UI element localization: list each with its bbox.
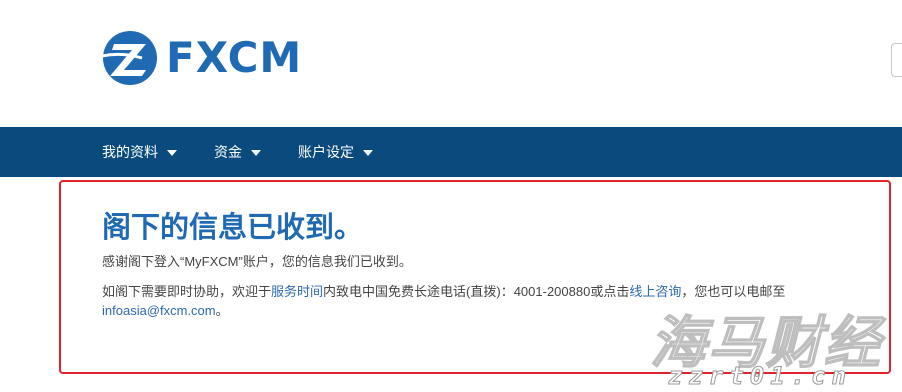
fxcm-logo-mark-icon bbox=[102, 31, 157, 85]
email-link[interactable]: infoasia@fxcm.com bbox=[102, 303, 216, 318]
help-text-part: 内致电中国免费长途电话(直拨)：4001-200880或点击 bbox=[323, 284, 630, 299]
nav-item-label: 我的资料 bbox=[102, 144, 158, 160]
fxcm-logo[interactable]: FXCM bbox=[102, 30, 318, 86]
chevron-down-icon bbox=[167, 150, 177, 157]
help-text-part: ，您也可以电邮至 bbox=[681, 284, 786, 299]
chevron-down-icon bbox=[363, 150, 373, 157]
nav-item-funds[interactable]: 资金 bbox=[214, 127, 261, 177]
fxcm-logo-text: FXCM bbox=[166, 33, 303, 82]
service-hours-link[interactable]: 服务时间 bbox=[271, 284, 323, 299]
confirmation-message: 感谢阁下登入“MyFXCM”账户，您的信息我们已收到。 bbox=[102, 254, 412, 269]
nav-item-label: 资金 bbox=[214, 144, 242, 160]
main-nav: 我的资料 资金 账户设定 bbox=[0, 127, 902, 177]
page-title: 阁下的信息已收到。 bbox=[102, 210, 364, 244]
header-right-control[interactable] bbox=[891, 43, 902, 77]
chevron-down-icon bbox=[251, 150, 261, 157]
watermark-url: zzrt01.cn bbox=[667, 362, 853, 391]
help-text-part: 。 bbox=[215, 303, 229, 318]
nav-item-label: 账户设定 bbox=[298, 144, 354, 160]
nav-item-my-profile[interactable]: 我的资料 bbox=[102, 127, 177, 177]
online-consult-link[interactable]: 线上咨询 bbox=[629, 284, 681, 299]
help-text-part: 如阁下需要即时协助，欢迎于 bbox=[102, 284, 272, 299]
nav-item-account-settings[interactable]: 账户设定 bbox=[298, 127, 373, 177]
